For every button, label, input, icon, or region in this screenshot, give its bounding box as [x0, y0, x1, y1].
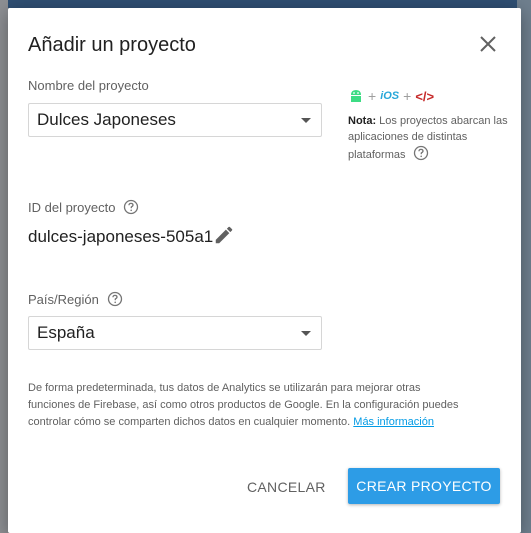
analytics-disclaimer: De forma predeterminada, tus datos de An…	[28, 382, 459, 428]
code-icon: </>	[415, 88, 435, 104]
more-info-link[interactable]: Más información	[353, 416, 434, 428]
project-name-value: Dulces Japoneses	[37, 110, 176, 129]
ios-icon: iOS	[380, 90, 400, 102]
help-icon[interactable]	[123, 199, 139, 215]
background-app-left	[0, 0, 8, 533]
project-id-value: dulces-japoneses-505a1	[28, 227, 214, 246]
android-icon	[351, 90, 361, 102]
close-button[interactable]	[476, 32, 500, 56]
create-project-button[interactable]: CREAR PROYECTO	[348, 468, 500, 504]
dialog-title: Añadir un proyecto	[28, 34, 196, 56]
edit-project-id-button[interactable]	[213, 224, 235, 246]
region-value: España	[37, 323, 95, 342]
plus-sign: +	[403, 88, 412, 104]
chevron-down-icon	[301, 331, 311, 336]
pencil-icon	[215, 226, 233, 244]
platforms-note: + iOS + </> Nota: Los proyectos abarcan …	[348, 87, 513, 163]
help-icon[interactable]	[413, 145, 429, 161]
project-id-label: ID del proyecto	[28, 199, 139, 215]
region-label: País/Región	[28, 291, 123, 307]
platforms-note-text: Nota: Los proyectos abarcan las aplicaci…	[348, 115, 508, 161]
region-select[interactable]: España	[28, 316, 322, 350]
project-name-select[interactable]: Dulces Japoneses	[28, 103, 322, 137]
plus-sign: +	[368, 88, 377, 104]
add-project-dialog: Añadir un proyecto Nombre del proyecto D…	[8, 8, 521, 533]
cancel-button[interactable]: CANCELAR	[241, 470, 331, 504]
project-name-label: Nombre del proyecto	[28, 78, 149, 93]
help-icon[interactable]	[107, 291, 123, 307]
background-app-header	[0, 0, 531, 8]
chevron-down-icon	[301, 118, 311, 123]
close-icon	[480, 36, 496, 52]
